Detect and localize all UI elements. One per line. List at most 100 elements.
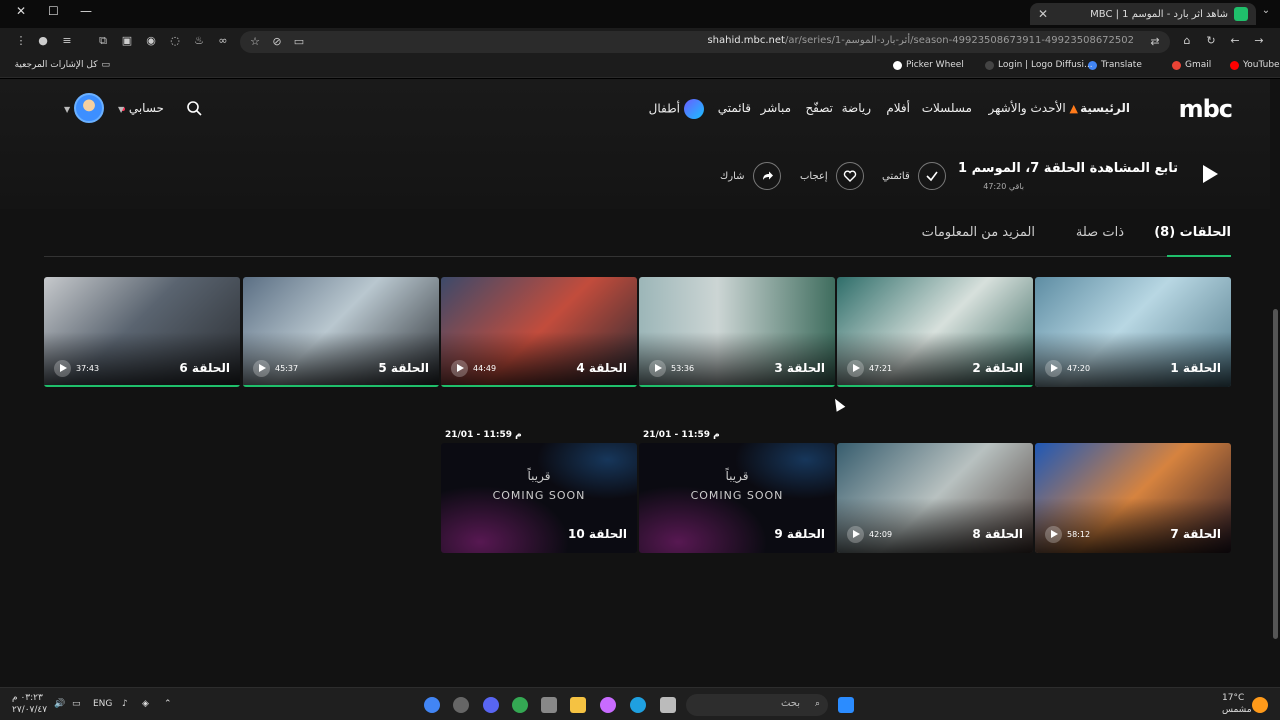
chrome-icon[interactable]	[424, 697, 440, 713]
address-bar[interactable]: ☆ ⊘ ▭ shahid.mbc.net/ar/series/1-أثر-بار…	[240, 31, 1170, 53]
play-icon[interactable]	[253, 360, 270, 377]
search-icon[interactable]	[186, 100, 202, 116]
bookmark-star-icon[interactable]: ☆	[248, 35, 262, 49]
task-view-icon[interactable]	[660, 697, 676, 713]
copilot-icon[interactable]	[600, 697, 616, 713]
mylist-button[interactable]: قائمتي	[882, 162, 946, 190]
play-icon[interactable]	[847, 526, 864, 543]
nav-latest[interactable]: الأحدث والأشهر ▲	[989, 101, 1078, 115]
page-scrollbar[interactable]	[1270, 79, 1280, 687]
like-button[interactable]: إعجاب	[800, 162, 864, 190]
nav-kids[interactable]: أطفال	[649, 99, 704, 119]
network-icon[interactable]: ▭	[72, 699, 81, 709]
mylist-label: قائمتي	[882, 170, 910, 182]
account-menu[interactable]: حسابي	[118, 101, 164, 115]
clock-time[interactable]: ٠٣:٢٣ م	[12, 693, 43, 703]
edge-icon[interactable]	[630, 697, 646, 713]
bookmark-logo-diffusion[interactable]: Login | Logo Diffusi...	[985, 60, 1093, 70]
avatar[interactable]	[74, 93, 104, 123]
bookmark-gmail[interactable]: Gmail	[1172, 60, 1211, 70]
extension-icon[interactable]: ▣	[120, 34, 134, 48]
play-icon[interactable]	[847, 360, 864, 377]
chevron-up-icon[interactable]: ⌃	[164, 699, 172, 709]
volume-icon[interactable]: 🔊	[54, 699, 65, 709]
taskbar-search-placeholder: بحث	[780, 698, 800, 709]
extensions-puzzle-icon[interactable]: ⧉	[96, 34, 110, 48]
tab-search-icon[interactable]: ⌄	[1258, 5, 1274, 21]
play-icon[interactable]	[451, 360, 468, 377]
extension-icon[interactable]: ≡	[60, 34, 74, 48]
tab-close-icon[interactable]: ✕	[1038, 7, 1048, 21]
episode-card[interactable]: الحلقة 1 47:20	[1035, 277, 1231, 387]
store-icon[interactable]	[541, 697, 557, 713]
play-icon[interactable]	[54, 360, 71, 377]
reload-icon[interactable]: ↻	[1204, 34, 1218, 48]
play-icon[interactable]	[1203, 165, 1218, 183]
app-icon[interactable]	[453, 697, 469, 713]
chrome-icon[interactable]	[512, 697, 528, 713]
episode-card[interactable]: الحلقة 3 53:36	[639, 277, 835, 387]
home-icon[interactable]: ⌂	[1180, 34, 1194, 48]
discord-icon[interactable]	[483, 697, 499, 713]
weather-desc[interactable]: مشمس	[1222, 705, 1252, 715]
clock-date[interactable]: ٢٧/٠٧/٤٧	[12, 705, 47, 715]
nav-mylist[interactable]: قائمتي	[718, 101, 751, 115]
back-icon[interactable]: ←	[1228, 34, 1242, 48]
language-indicator[interactable]: ENG	[93, 699, 112, 709]
nav-home[interactable]: الرئيسية	[1080, 101, 1130, 115]
tab-related[interactable]: ذات صلة	[1076, 225, 1124, 240]
tab-more-info[interactable]: المزيد من المعلومات	[922, 225, 1035, 240]
menu-icon[interactable]: ⋮	[14, 34, 28, 48]
bookmark-youtube[interactable]: YouTube	[1230, 60, 1280, 70]
episode-card[interactable]: الحلقة 8 42:09	[837, 443, 1033, 553]
nav-sports[interactable]: رياضة	[842, 101, 871, 115]
coming-soon-card[interactable]: 21/01 - 11:59 م قريباً COMING SOON الحلق…	[639, 430, 835, 553]
extension-icon[interactable]: ◌	[168, 34, 182, 48]
sun-icon[interactable]	[1252, 697, 1268, 713]
episode-card[interactable]: الحلقة 6 37:43	[44, 277, 240, 387]
nav-browse[interactable]: تصفّح	[805, 101, 833, 115]
forward-icon[interactable]: →	[1252, 34, 1266, 48]
nav-movies[interactable]: أفلام	[886, 101, 910, 115]
bookmark-translate[interactable]: Translate	[1088, 60, 1142, 70]
share-button[interactable]: شارك	[720, 162, 781, 190]
nav-series[interactable]: مسلسلات	[922, 101, 972, 115]
maximize-icon[interactable]: ☐	[48, 4, 59, 18]
extension-icon[interactable]: ♨	[192, 34, 206, 48]
play-icon[interactable]	[649, 360, 666, 377]
episode-card[interactable]: الحلقة 5 45:37	[243, 277, 439, 387]
bookmark-picker-wheel[interactable]: Picker Wheel	[893, 60, 964, 70]
mbc-logo[interactable]: mbc	[1179, 95, 1233, 123]
mic-icon[interactable]: ♪	[122, 699, 128, 709]
extension-icon[interactable]: ●	[36, 34, 50, 48]
chevron-down-icon[interactable]: ▼	[64, 105, 70, 114]
cast-icon[interactable]: ▭	[292, 35, 306, 49]
scrollbar-thumb[interactable]	[1273, 309, 1278, 639]
weather-temp[interactable]: 17°C	[1222, 693, 1244, 703]
tray-app-icon[interactable]: ◈	[142, 699, 149, 709]
nav-live[interactable]: مباشر	[761, 101, 791, 115]
all-bookmarks[interactable]: كل الإشارات المرجعية ▭	[15, 60, 110, 70]
extension-icon[interactable]: ◉	[144, 34, 158, 48]
episode-card[interactable]: الحلقة 7 58:12	[1035, 443, 1231, 553]
active-tab-indicator	[1167, 255, 1231, 257]
episode-card[interactable]: الحلقة 2 47:21	[837, 277, 1033, 387]
file-explorer-icon[interactable]	[570, 697, 586, 713]
browser-tab[interactable]: شاهد أثر بارد - الموسم 1 | MBC ✕	[1030, 3, 1256, 25]
site-settings-icon[interactable]: ⇄	[1148, 35, 1162, 49]
continue-watching-title[interactable]: تابع المشاهدة الحلقة 7، الموسم 1	[958, 161, 1178, 176]
close-window-icon[interactable]: ✕	[16, 4, 26, 18]
windows-start-icon[interactable]	[838, 697, 854, 713]
share-label: شارك	[720, 170, 745, 182]
play-icon[interactable]	[1045, 526, 1062, 543]
tab-episodes[interactable]: الحلقات (8)	[1154, 225, 1231, 240]
chevron-down-icon[interactable]: ▼	[118, 105, 124, 114]
play-icon[interactable]	[1045, 360, 1062, 377]
coming-soon-card[interactable]: 21/01 - 11:59 م قريباً COMING SOON الحلق…	[441, 430, 637, 553]
extension-icon[interactable]: ∞	[216, 34, 230, 48]
minimize-icon[interactable]: —	[80, 4, 92, 18]
eye-off-icon[interactable]: ⊘	[270, 35, 284, 49]
episode-duration: 47:20	[1067, 364, 1091, 373]
episode-card[interactable]: الحلقة 4 44:49	[441, 277, 637, 387]
taskbar-search[interactable]: بحث ⌕	[686, 694, 828, 716]
